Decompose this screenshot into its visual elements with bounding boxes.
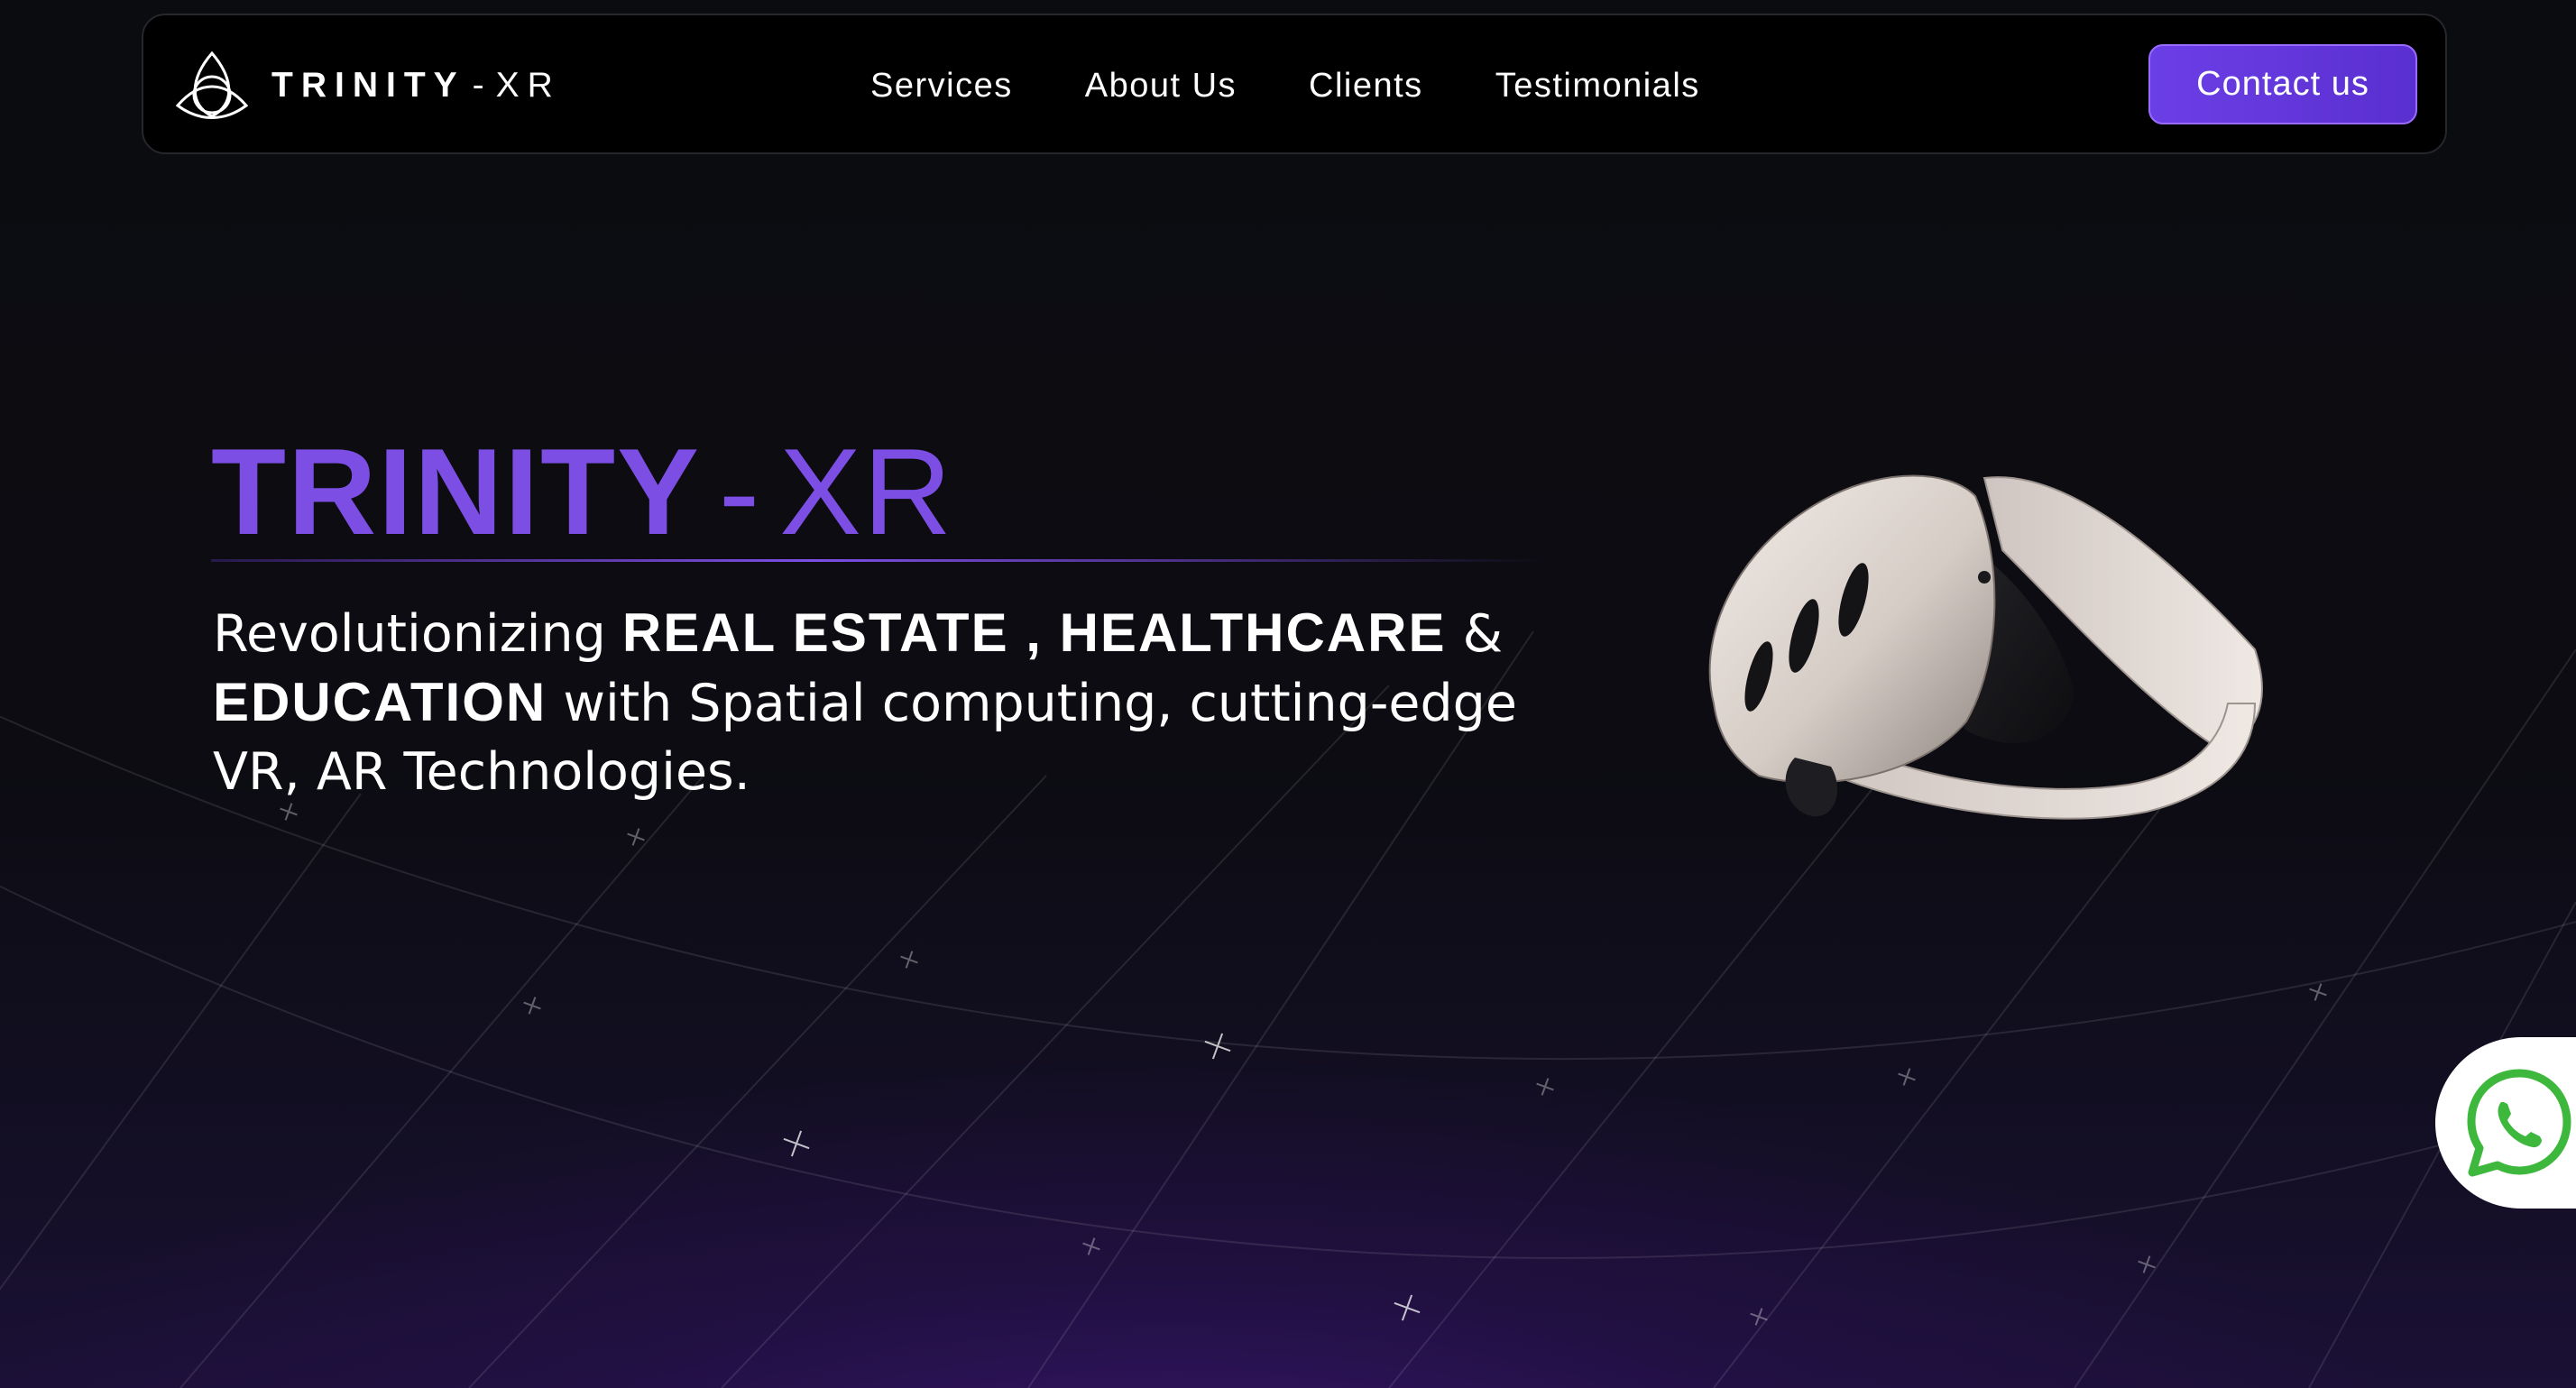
hero-title-dash: - <box>718 423 762 560</box>
nav-links: Services About Us Clients Testimonials <box>870 15 1700 156</box>
triquetra-icon <box>175 51 249 119</box>
hero-subtitle-part1: Revolutionizing <box>213 604 622 664</box>
contact-us-button[interactable]: Contact us <box>2148 44 2417 124</box>
brand-logo[interactable]: TRINITY - XR <box>172 48 561 124</box>
nav-link-services[interactable]: Services <box>870 67 1013 106</box>
hero-subtitle-part2: & <box>1446 604 1504 664</box>
brand-separator: - <box>472 66 492 105</box>
navbar: TRINITY - XR Services About Us Clients T… <box>142 14 2447 154</box>
whatsapp-icon <box>2467 1069 2571 1177</box>
hero-divider <box>211 559 1546 562</box>
nav-link-testimonials[interactable]: Testimonials <box>1495 67 1700 106</box>
hero-title: TRINITY - XR <box>211 424 953 559</box>
page: TRINITY - XR Services About Us Clients T… <box>0 0 2576 1388</box>
vr-headset-image <box>1708 474 2263 820</box>
brand-name: TRINITY <box>271 66 465 105</box>
hero-subtitle-bold1: REAL ESTATE , HEALTHCARE <box>621 602 1447 663</box>
hero-title-main: TRINITY <box>211 423 701 560</box>
hero-title-xr: XR <box>779 423 954 560</box>
hero-subtitle-bold2: EDUCATION <box>213 672 547 732</box>
hero-subtitle: Revolutionizing REAL ESTATE , HEALTHCARE… <box>213 599 1566 806</box>
brand-suffix: XR <box>495 66 561 105</box>
nav-link-about-us[interactable]: About Us <box>1085 67 1237 106</box>
whatsapp-button[interactable] <box>2435 1037 2576 1209</box>
nav-link-clients[interactable]: Clients <box>1309 67 1423 106</box>
